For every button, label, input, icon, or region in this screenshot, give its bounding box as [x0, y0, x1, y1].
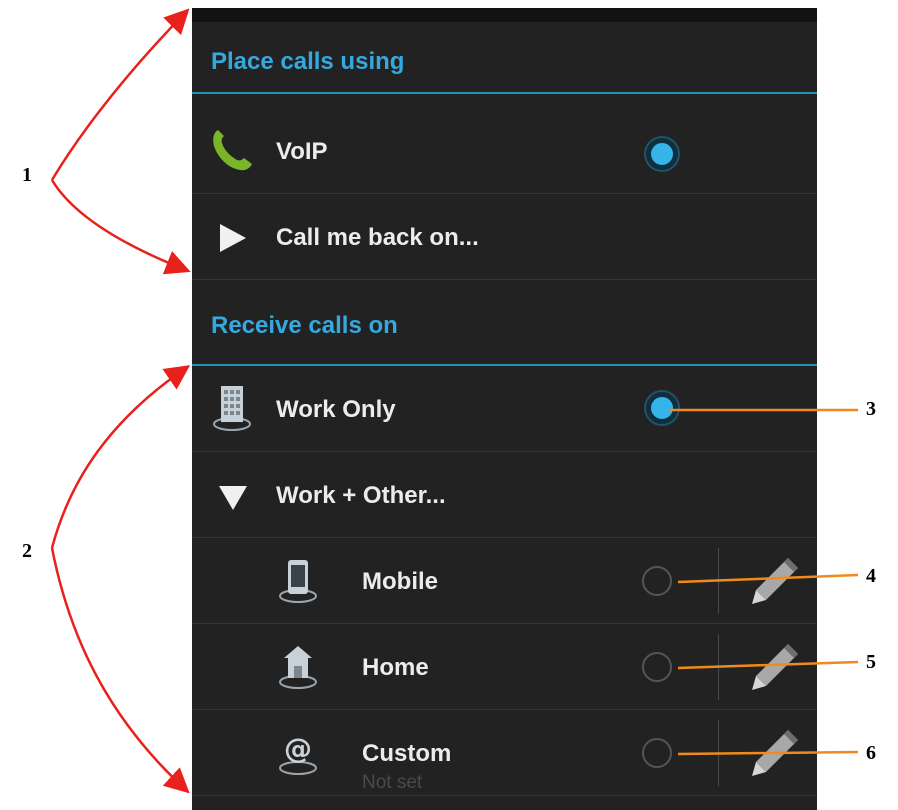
callout-5: 5 [866, 651, 876, 673]
callout-2: 2 [22, 540, 32, 562]
callout-4: 4 [866, 565, 876, 587]
callout-6: 6 [866, 742, 876, 764]
bracket-1-lower [50, 179, 191, 275]
bracket-2-upper [50, 365, 191, 549]
bracket-2-lower [50, 547, 190, 794]
callout-1: 1 [22, 164, 32, 186]
callout-line-4 [677, 573, 859, 584]
callout-line-6 [677, 750, 859, 756]
callout-line-5 [677, 660, 859, 670]
callout-3: 3 [866, 398, 876, 420]
annotation-overlay [50, 8, 859, 794]
bracket-1-upper [50, 8, 190, 181]
